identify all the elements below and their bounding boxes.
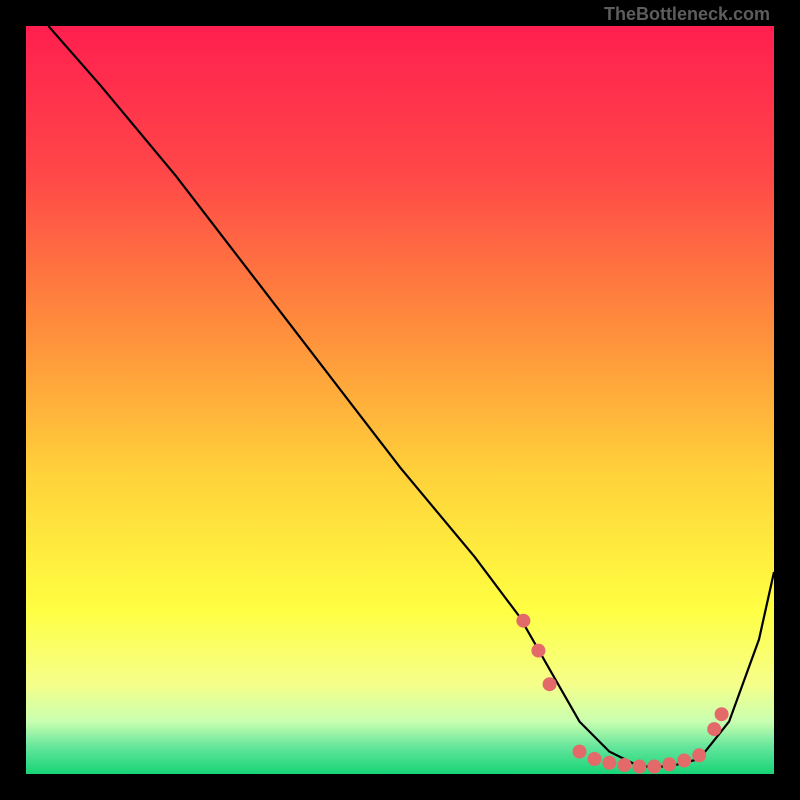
- marker-point: [647, 760, 661, 774]
- marker-point: [692, 748, 706, 762]
- marker-point: [588, 752, 602, 766]
- marker-point: [707, 722, 721, 736]
- marker-point: [543, 677, 557, 691]
- gradient-background: [26, 26, 774, 774]
- marker-point: [573, 745, 587, 759]
- chart-svg: [26, 26, 774, 774]
- marker-point: [677, 754, 691, 768]
- marker-point: [632, 760, 646, 774]
- marker-point: [531, 644, 545, 658]
- marker-point: [662, 757, 676, 771]
- watermark-text: TheBottleneck.com: [604, 4, 770, 25]
- marker-point: [715, 707, 729, 721]
- chart-frame: [26, 26, 774, 774]
- marker-point: [617, 758, 631, 772]
- marker-point: [602, 756, 616, 770]
- marker-point: [516, 614, 530, 628]
